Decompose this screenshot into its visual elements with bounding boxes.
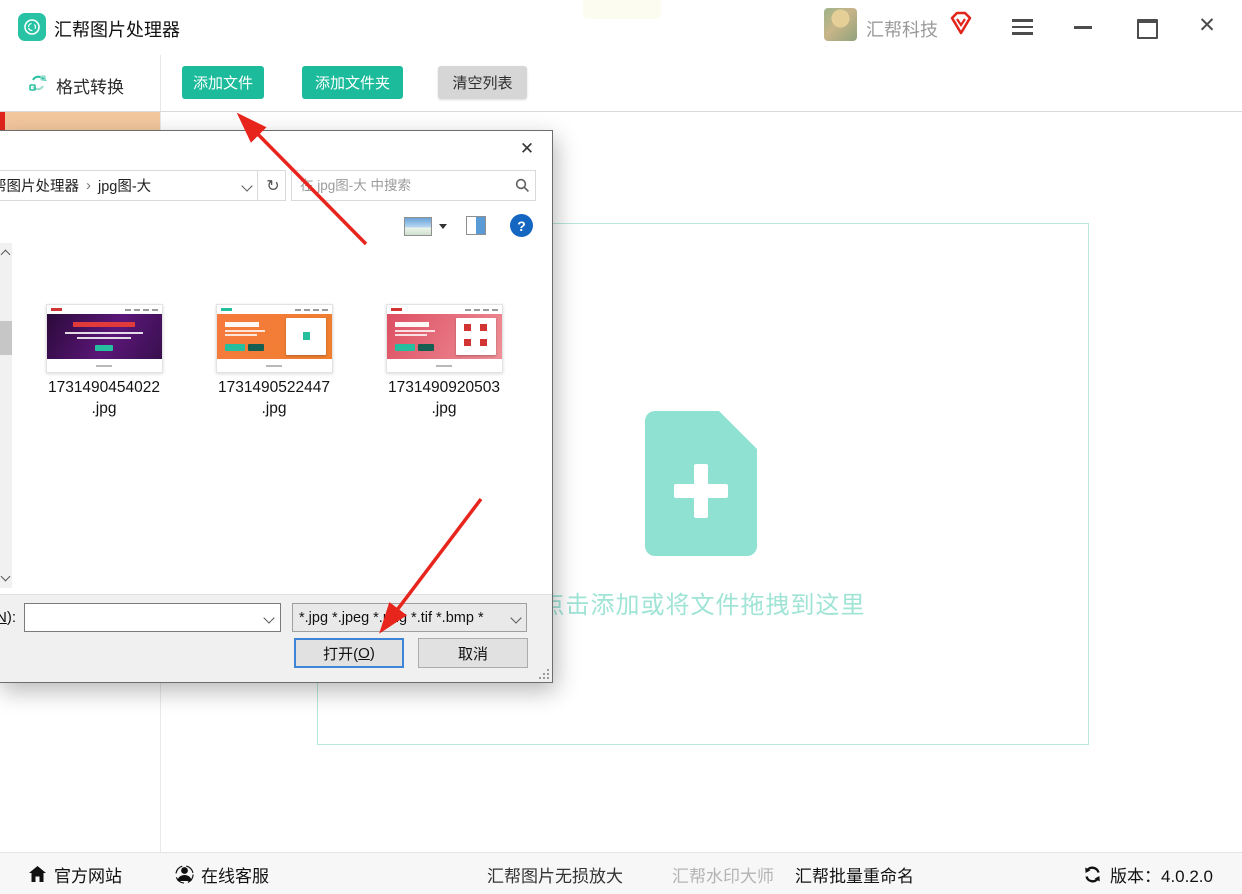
file-thumbnail bbox=[386, 304, 503, 373]
online-service-link[interactable]: 在线客服 bbox=[175, 853, 269, 894]
sidebar-item-label: 格式转换 bbox=[56, 73, 124, 98]
add-files-button[interactable]: 添加文件 bbox=[182, 66, 264, 99]
app-window: 汇帮图片处理器 汇帮科技 ✕ 格式转换 添加文件 添加文件夹 清空列表 bbox=[0, 0, 1242, 894]
nav-pane-scrollbar[interactable] bbox=[0, 243, 12, 588]
minimize-button[interactable] bbox=[1074, 26, 1092, 29]
filename-input[interactable] bbox=[25, 610, 258, 626]
open-file-dialog: ✕ 帮图片处理器 › jpg图-大 ↻ ? bbox=[0, 130, 553, 683]
cancel-button[interactable]: 取消 bbox=[418, 638, 528, 668]
file-name-line2: .jpg bbox=[31, 398, 177, 419]
breadcrumb-folder[interactable]: jpg图-大 bbox=[98, 175, 151, 196]
open-button[interactable]: 打开(O) bbox=[294, 638, 404, 668]
update-refresh-icon bbox=[1083, 865, 1102, 884]
toolbar: 格式转换 添加文件 添加文件夹 清空列表 bbox=[0, 55, 1242, 112]
title-bar: 汇帮图片处理器 汇帮科技 ✕ bbox=[0, 0, 1242, 56]
filename-label: N): bbox=[0, 609, 16, 626]
resize-grip[interactable] bbox=[539, 669, 549, 679]
footer-link-batch-rename[interactable]: 汇帮批量重命名 bbox=[795, 853, 914, 894]
breadcrumb-dropdown-icon[interactable] bbox=[241, 180, 252, 191]
filetype-select[interactable]: *.jpg *.jpeg *.png *.tif *.bmp * bbox=[292, 603, 527, 632]
sidebar-selected-row[interactable] bbox=[0, 112, 160, 130]
filename-combobox[interactable] bbox=[24, 603, 281, 632]
official-site-link[interactable]: 官方网站 bbox=[28, 853, 122, 894]
scroll-up-icon[interactable] bbox=[2, 251, 9, 258]
filetype-value: *.jpg *.jpeg *.png *.tif *.bmp * bbox=[299, 610, 484, 626]
footer-link-lossless-upscale[interactable]: 汇帮图片无损放大 bbox=[487, 853, 623, 894]
version-label: 版本：4.0.2.0 bbox=[1110, 862, 1213, 887]
home-icon bbox=[28, 865, 47, 883]
scrollbar-thumb[interactable] bbox=[0, 321, 12, 355]
official-site-label: 官方网站 bbox=[54, 862, 122, 887]
document-fold bbox=[718, 410, 758, 450]
refresh-button[interactable]: ↻ bbox=[257, 171, 286, 200]
app-logo-icon bbox=[18, 13, 46, 41]
change-view-caret-icon[interactable] bbox=[439, 224, 447, 229]
file-thumbnail bbox=[216, 304, 333, 373]
preview-pane-icon[interactable] bbox=[466, 216, 486, 235]
format-convert-icon bbox=[27, 72, 49, 94]
app-title: 汇帮图片处理器 bbox=[54, 16, 180, 42]
file-name-line1: 1731490454022 bbox=[31, 377, 177, 398]
search-box[interactable] bbox=[291, 170, 536, 201]
help-icon[interactable]: ? bbox=[510, 214, 533, 237]
breadcrumb[interactable]: 帮图片处理器 › jpg图-大 ↻ bbox=[0, 170, 286, 201]
file-name-line1: 1731490920503 bbox=[371, 377, 517, 398]
search-icon[interactable] bbox=[509, 178, 535, 193]
search-input[interactable] bbox=[292, 178, 509, 193]
user-avatar[interactable] bbox=[824, 8, 857, 41]
brand-name: 汇帮科技 bbox=[866, 16, 938, 42]
footer-bar: 官方网站 在线客服 汇帮图片无损放大 汇帮水印大师 汇帮批量重命名 版本：4.0… bbox=[0, 852, 1242, 894]
hamburger-menu-icon[interactable] bbox=[1012, 19, 1033, 35]
file-name-line1: 1731490522447 bbox=[201, 377, 347, 398]
dialog-close-icon[interactable]: ✕ bbox=[504, 132, 550, 165]
footer-link-watermark-master[interactable]: 汇帮水印大师 bbox=[672, 853, 774, 894]
filetype-dropdown-icon[interactable] bbox=[512, 610, 520, 626]
scroll-down-icon[interactable] bbox=[2, 573, 9, 580]
filename-dropdown-icon[interactable] bbox=[258, 614, 280, 622]
file-item[interactable]: 1731490454022 .jpg bbox=[31, 304, 177, 419]
plus-icon bbox=[694, 464, 708, 518]
vip-badge-icon[interactable] bbox=[948, 10, 974, 38]
file-thumbnail bbox=[46, 304, 163, 373]
selected-row-marker bbox=[0, 112, 5, 130]
add-folder-button[interactable]: 添加文件夹 bbox=[302, 66, 403, 99]
file-name-line2: .jpg bbox=[201, 398, 347, 419]
change-view-icon[interactable] bbox=[404, 217, 432, 236]
sidebar-item-format-convert[interactable]: 格式转换 bbox=[0, 55, 161, 111]
version-info: 版本：4.0.2.0 bbox=[1083, 853, 1213, 894]
close-window-button[interactable]: ✕ bbox=[1196, 15, 1218, 37]
tooltip-remnant bbox=[583, 0, 661, 19]
online-service-label: 在线客服 bbox=[201, 862, 269, 887]
breadcrumb-separator-icon: › bbox=[86, 177, 91, 194]
person-icon bbox=[175, 865, 194, 884]
add-file-document-icon bbox=[645, 411, 757, 556]
maximize-button[interactable] bbox=[1137, 19, 1158, 39]
file-item[interactable]: 1731490920503 .jpg bbox=[371, 304, 517, 419]
file-name-line2: .jpg bbox=[371, 398, 517, 419]
file-item[interactable]: 1731490522447 .jpg bbox=[201, 304, 347, 419]
dialog-bottom-panel: N): *.jpg *.jpeg *.png *.tif *.bmp * 打开(… bbox=[0, 594, 552, 682]
clear-list-button[interactable]: 清空列表 bbox=[438, 66, 527, 99]
breadcrumb-root[interactable]: 帮图片处理器 bbox=[0, 175, 79, 196]
